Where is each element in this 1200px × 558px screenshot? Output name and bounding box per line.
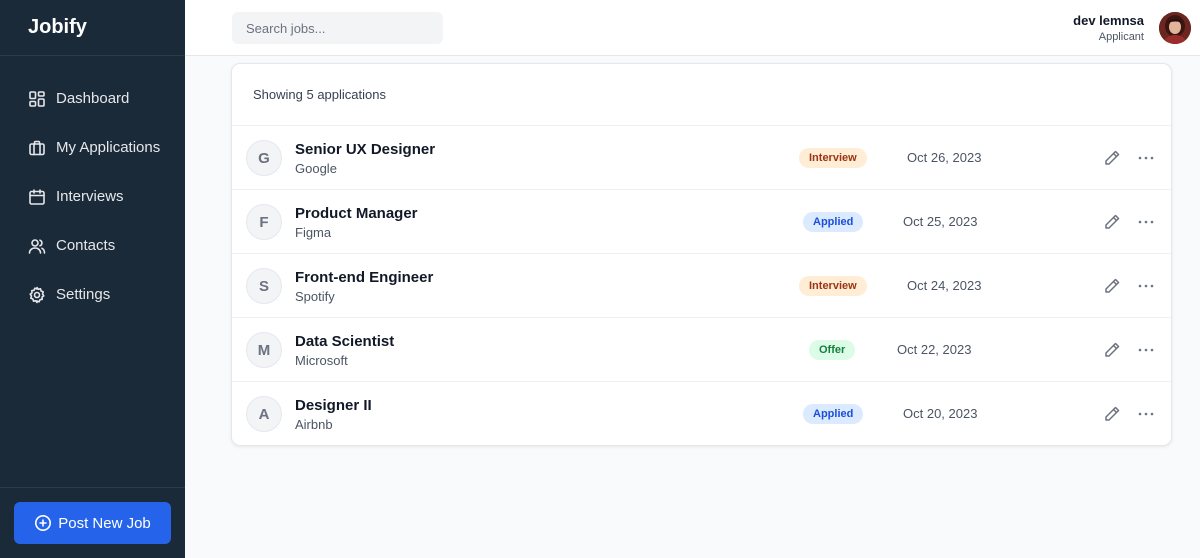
pencil-icon bbox=[1103, 149, 1121, 167]
table-row[interactable]: S Front-end Engineer Spotify Interview Oct 2… bbox=[232, 254, 1171, 318]
gear-icon bbox=[28, 286, 46, 304]
briefcase-icon bbox=[28, 139, 46, 157]
user-role: Applicant bbox=[1098, 31, 1144, 43]
plus-circle-icon bbox=[34, 514, 52, 532]
post-new-job-label: Post New Job bbox=[58, 514, 151, 532]
ellipsis-icon bbox=[1138, 156, 1154, 160]
pencil-icon bbox=[1103, 405, 1121, 423]
job-title[interactable]: Designer II bbox=[295, 397, 372, 414]
company-name: Google bbox=[295, 161, 337, 176]
user-name: dev lemnsa bbox=[1073, 13, 1144, 28]
more-options-button[interactable] bbox=[1137, 341, 1155, 359]
applications-list: G Senior UX Designer Google Interview Oct 26… bbox=[232, 126, 1171, 445]
status-badge: Applied bbox=[803, 404, 864, 424]
applied-date: Oct 25, 2023 bbox=[903, 214, 978, 229]
sidebar-item-label: Contacts bbox=[56, 237, 116, 254]
grid-icon bbox=[28, 90, 46, 108]
ellipsis-icon bbox=[1138, 220, 1154, 224]
job-title[interactable]: Front-end Engineer bbox=[295, 269, 433, 286]
job-title[interactable]: Senior UX Designer bbox=[295, 141, 435, 158]
more-options-button[interactable] bbox=[1137, 405, 1155, 423]
sidebar-item-my-applications[interactable]: My Applications bbox=[0, 123, 185, 172]
company-logo: F bbox=[246, 204, 282, 240]
calendar-icon bbox=[28, 188, 46, 206]
edit-button[interactable] bbox=[1103, 277, 1121, 295]
pencil-icon bbox=[1103, 213, 1121, 231]
users-icon bbox=[28, 237, 46, 255]
table-row[interactable]: F Product Manager Figma Applied Oct 25, 2023 bbox=[232, 190, 1171, 254]
applications-summary: Showing 5 applications bbox=[232, 64, 1171, 126]
status-badge: Applied bbox=[803, 212, 864, 232]
table-row[interactable]: M Data Scientist Microsoft Offer Oct 22, 202… bbox=[232, 318, 1171, 382]
edit-button[interactable] bbox=[1103, 149, 1121, 167]
sidebar-item-settings[interactable]: Settings bbox=[0, 270, 185, 319]
company-name: Spotify bbox=[295, 289, 335, 304]
table-row[interactable]: G Senior UX Designer Google Interview Oct 26… bbox=[232, 126, 1171, 190]
company-name: Figma bbox=[295, 225, 332, 240]
sidebar-footer: Post New Job bbox=[0, 487, 185, 558]
sidebar: Jobify Dashboard My Applications Intervi… bbox=[0, 0, 185, 558]
ellipsis-icon bbox=[1138, 412, 1154, 416]
ellipsis-icon bbox=[1138, 348, 1154, 352]
company-logo: M bbox=[246, 332, 282, 368]
sidebar-item-label: Settings bbox=[56, 286, 111, 303]
edit-button[interactable] bbox=[1103, 405, 1121, 423]
sidebar-item-interviews[interactable]: Interviews bbox=[0, 172, 185, 221]
ellipsis-icon bbox=[1138, 284, 1154, 288]
pencil-icon bbox=[1103, 277, 1121, 295]
applied-date: Oct 26, 2023 bbox=[907, 150, 982, 165]
user-menu[interactable]: dev lemnsa Applicant bbox=[1073, 0, 1200, 56]
applied-date: Oct 24, 2023 bbox=[907, 278, 982, 293]
applied-date: Oct 22, 2023 bbox=[897, 342, 972, 357]
status-badge: Offer bbox=[809, 340, 856, 360]
sidebar-item-label: Dashboard bbox=[56, 90, 130, 107]
company-name: Airbnb bbox=[295, 417, 333, 432]
avatar[interactable] bbox=[1159, 12, 1191, 44]
edit-button[interactable] bbox=[1103, 213, 1121, 231]
status-badge: Interview bbox=[799, 148, 867, 168]
brand-logo[interactable]: Jobify bbox=[0, 0, 185, 56]
sidebar-item-contacts[interactable]: Contacts bbox=[0, 221, 185, 270]
more-options-button[interactable] bbox=[1137, 149, 1155, 167]
pencil-icon bbox=[1103, 341, 1121, 359]
user-info: dev lemnsa Applicant bbox=[1073, 13, 1144, 43]
company-logo: S bbox=[246, 268, 282, 304]
applied-date: Oct 20, 2023 bbox=[903, 406, 978, 421]
sidebar-item-label: Interviews bbox=[56, 188, 124, 205]
status-badge: Interview bbox=[799, 276, 867, 296]
edit-button[interactable] bbox=[1103, 341, 1121, 359]
job-title[interactable]: Product Manager bbox=[295, 205, 418, 222]
post-new-job-button[interactable]: Post New Job bbox=[14, 502, 171, 544]
applications-card: Showing 5 applications G Senior UX Design… bbox=[231, 63, 1172, 446]
search-input[interactable] bbox=[232, 12, 443, 44]
job-title[interactable]: Data Scientist bbox=[295, 333, 394, 350]
top-header: dev lemnsa Applicant bbox=[185, 0, 1200, 56]
sidebar-item-label: My Applications bbox=[56, 139, 161, 156]
company-logo: A bbox=[246, 396, 282, 432]
table-row[interactable]: A Designer II Airbnb Applied Oct 20, 2023 bbox=[232, 382, 1171, 445]
more-options-button[interactable] bbox=[1137, 213, 1155, 231]
company-name: Microsoft bbox=[295, 353, 348, 368]
sidebar-item-dashboard[interactable]: Dashboard bbox=[0, 74, 185, 123]
more-options-button[interactable] bbox=[1137, 277, 1155, 295]
company-logo: G bbox=[246, 140, 282, 176]
sidebar-nav: Dashboard My Applications Interviews Con… bbox=[0, 56, 185, 319]
